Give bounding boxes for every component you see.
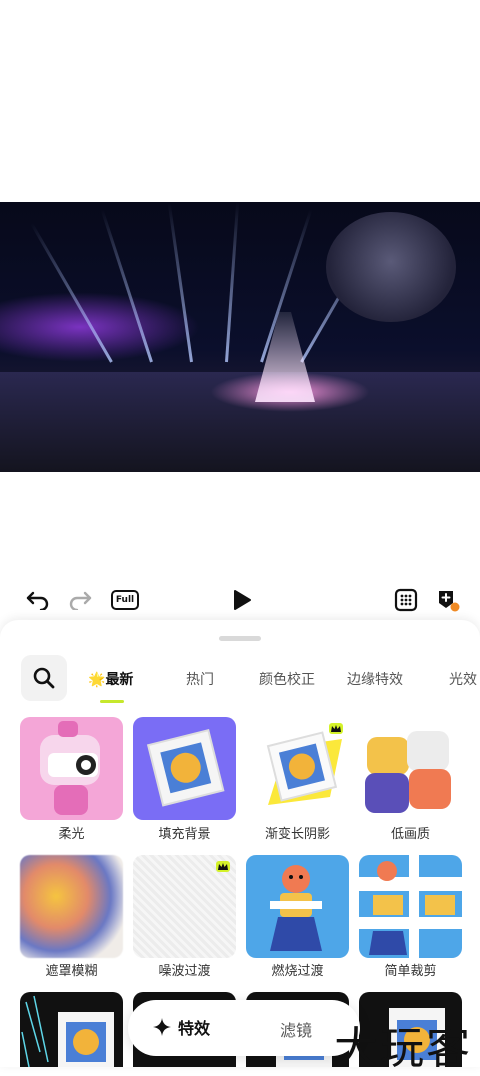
premium-crown-icon [216,861,230,872]
effect-card-gradient-long-shadow[interactable] [246,717,349,820]
watermark-text: 大玩客 [334,1023,472,1074]
drag-handle[interactable] [219,636,261,641]
redo-icon[interactable] [66,588,94,612]
robot-icon [40,721,100,815]
effect-card-simple-crop[interactable] [359,855,462,958]
add-layer-icon[interactable] [434,588,462,612]
effect-card-fill-background[interactable] [133,717,236,820]
effect-label: 渐变长阴影 [264,827,330,842]
tab-light-effects[interactable]: 光效 [449,669,477,689]
effect-label: 遮罩模糊 [45,964,98,979]
active-tab-indicator [100,700,124,703]
effect-label: 柔光 [58,827,85,842]
search-button[interactable] [21,655,67,701]
character-icon [359,855,462,958]
effects-mode-button[interactable]: 特效 [152,1015,210,1039]
filters-mode-button[interactable]: 滤镜 [280,1017,312,1041]
effect-label: 简单裁剪 [384,964,437,979]
effect-card-low-quality[interactable] [359,717,462,820]
effect-card-noise-transition[interactable] [133,855,236,958]
tab-latest[interactable]: 🌟最新 [88,669,133,689]
play-icon[interactable] [228,588,256,612]
tab-edge-effects[interactable]: 边缘特效 [347,669,403,689]
effect-card-row3-1[interactable] [20,992,123,1067]
effect-card-soft-light[interactable] [20,717,123,820]
frame-icon [21,995,114,1067]
sparkle-icon [153,1018,171,1036]
character-icon [270,865,322,951]
effect-label: 低画质 [390,827,430,842]
search-icon [33,667,55,689]
effect-card-burn-transition[interactable] [246,855,349,958]
tab-color-correction[interactable]: 颜色校正 [259,669,315,689]
frame-icon [146,728,225,807]
effect-label: 燃烧过渡 [271,964,324,979]
star-icon: 🌟 [88,672,106,688]
mode-switcher: 特效 滤镜 [128,1000,360,1056]
effect-label: 噪波过渡 [158,964,211,979]
effect-card-mask-blur[interactable] [20,855,123,958]
full-screen-button[interactable]: Full [111,590,139,610]
cube-icon [365,731,451,813]
effects-mode-label: 特效 [178,1019,211,1038]
led-sphere [326,212,456,322]
tab-hot[interactable]: 热门 [186,669,214,689]
effect-label: 填充背景 [158,827,211,842]
undo-icon[interactable] [24,588,52,612]
stage-light [0,292,200,362]
video-frame[interactable] [0,202,480,472]
light-beam [225,202,240,363]
grid-icon[interactable] [392,588,420,612]
tab-label: 最新 [105,672,134,688]
editor-toolbar: Full [0,580,480,620]
premium-crown-icon [329,723,343,734]
video-preview-area [0,0,480,580]
